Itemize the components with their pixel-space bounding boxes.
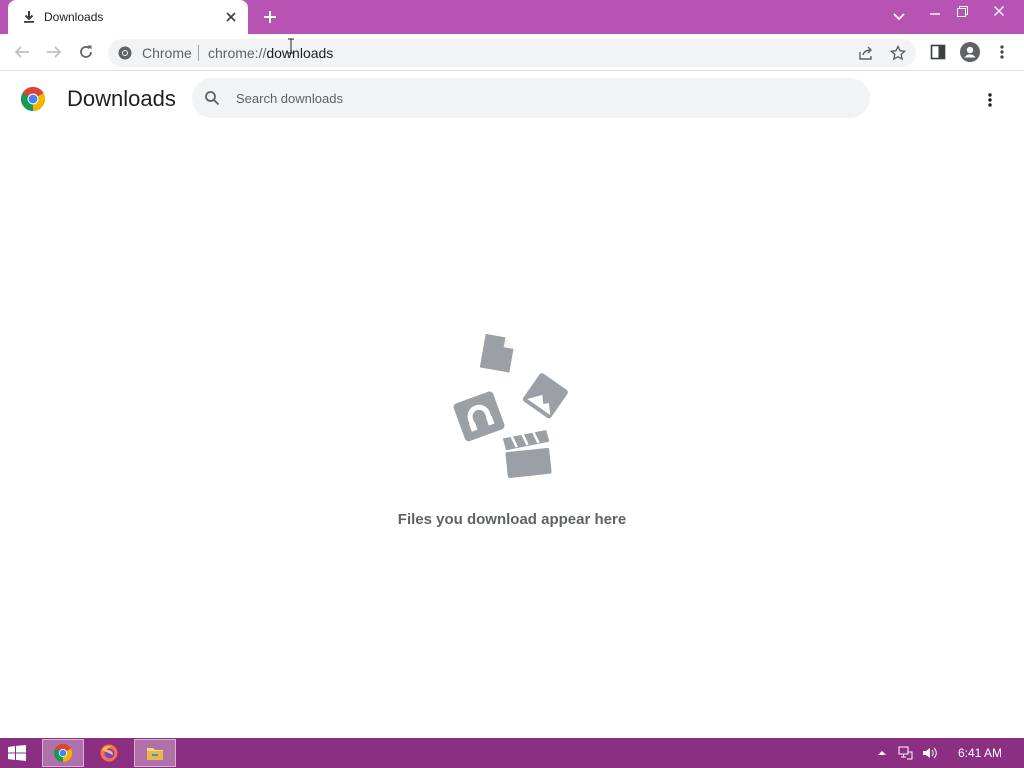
taskbar-chrome[interactable] [42,739,84,767]
side-panel-button[interactable] [926,40,950,64]
tab-downloads[interactable]: Downloads [8,0,248,34]
back-arrow-icon [14,46,29,58]
restore-icon [956,5,968,17]
forward-arrow-icon [47,46,62,58]
chrome-icon [118,46,132,60]
document-icon [479,333,514,373]
download-icon [22,10,36,24]
chrome-logo-icon [20,86,46,111]
downloads-menu-button[interactable] [978,88,1002,112]
url-scheme: chrome:// [208,45,267,61]
firefox-icon [100,744,118,762]
taskbar: 6:41 AM [0,738,1024,768]
empty-state-message: Files you download appear here [397,511,627,528]
bookmark-button[interactable] [886,41,910,65]
downloads-header: Downloads [0,72,1024,128]
forward-button[interactable] [42,40,66,64]
tab-title: Downloads [44,10,104,24]
search-icon [204,90,220,106]
share-button[interactable] [854,41,878,65]
new-tab-button[interactable] [258,6,282,28]
audio-icon [453,391,505,442]
network-icon[interactable] [898,745,914,761]
empty-downloads-illustration [448,330,576,482]
page-title: Downloads [67,86,176,111]
url-path: downloads [266,45,334,61]
back-button[interactable] [10,40,34,64]
profile-icon [960,42,980,62]
taskbar-file-explorer[interactable] [134,739,176,767]
show-hidden-icons-icon[interactable] [874,745,890,761]
tab-strip: Downloads [0,0,1024,34]
chrome-icon [54,744,72,762]
chrome-menu-button[interactable] [990,40,1014,64]
profile-button[interactable] [958,40,982,64]
search-input[interactable] [236,88,836,108]
url-text: chrome://downloads [208,45,333,61]
reload-button[interactable] [74,40,98,64]
volume-icon[interactable] [922,745,938,761]
close-icon [994,6,1004,16]
tab-search-button[interactable] [884,6,914,28]
windows-start-icon[interactable] [8,745,26,761]
star-icon [890,45,906,61]
restore-button[interactable] [947,0,977,22]
chevron-down-icon [893,13,905,21]
omnibox-divider [198,45,199,61]
close-window-button[interactable] [984,0,1014,22]
reload-icon [80,45,92,58]
minimize-icon [930,13,940,15]
taskbar-clock[interactable]: 6:41 AM [948,746,1012,760]
taskbar-firefox[interactable] [88,739,130,767]
browser-toolbar: Chrome chrome://downloads [0,34,1024,71]
kebab-menu-icon [1000,45,1004,59]
plus-icon [264,11,276,23]
search-box[interactable] [192,78,870,118]
image-icon [522,373,568,419]
share-icon [859,46,872,60]
address-bar[interactable]: Chrome chrome://downloads [108,39,916,67]
site-chip: Chrome [142,45,192,61]
minimize-button[interactable] [920,0,950,22]
folder-icon [147,748,163,760]
close-icon[interactable] [222,8,240,26]
video-icon [502,429,552,479]
kebab-menu-icon [988,93,992,107]
text-cursor-icon [288,38,294,54]
side-panel-icon [930,44,946,60]
